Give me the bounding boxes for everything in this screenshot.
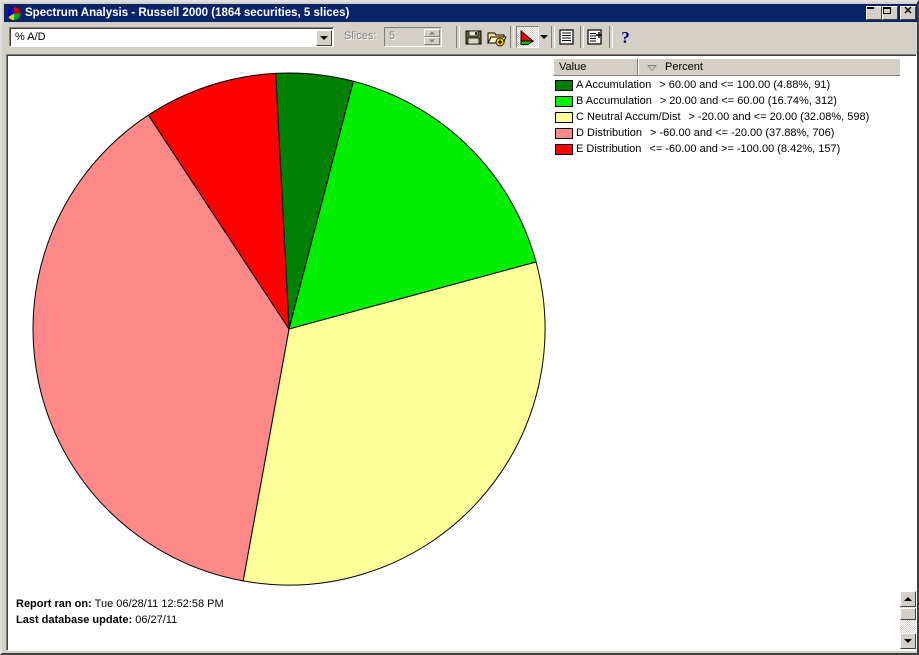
slices-stepper-buttons[interactable]	[424, 29, 440, 45]
slices-stepper[interactable]: 5	[384, 27, 442, 47]
question-mark-icon: ?	[621, 28, 630, 47]
vertical-scrollbar[interactable]	[900, 56, 916, 649]
save-button[interactable]	[462, 26, 485, 48]
legend-color-swatch	[555, 127, 573, 139]
open-button[interactable]	[485, 26, 508, 48]
pie-chart-icon[interactable]	[6, 5, 22, 21]
legend-color-swatch	[555, 95, 573, 107]
last-update-value: 06/27/11	[135, 614, 178, 626]
legend-color-swatch	[555, 79, 573, 91]
pie-chart-icon	[520, 30, 535, 45]
title-bar[interactable]: Spectrum Analysis - Russell 2000 (1864 s…	[4, 4, 917, 22]
report-canvas: Value Percent A Accumulation > 60.00 and …	[7, 55, 916, 650]
legend-row-percent: > 20.00 and <= 60.00 (16.74%, 312)	[659, 95, 837, 107]
chevron-down-icon[interactable]	[316, 30, 332, 46]
series-select-value: % A/D	[15, 31, 46, 43]
slices-label: Slices:	[344, 30, 377, 42]
floppy-disk-icon	[465, 30, 482, 45]
legend-row-label: B Accumulation	[576, 95, 652, 107]
report-client-area: Value Percent A Accumulation > 60.00 and …	[6, 54, 917, 651]
window-title: Spectrum Analysis - Russell 2000 (1864 s…	[25, 7, 350, 19]
legend-row-percent: <= -60.00 and >= -100.00 (8.42%, 157)	[649, 143, 841, 155]
application-window: Spectrum Analysis - Russell 2000 (1864 s…	[0, 0, 919, 655]
toolbar-separator	[609, 26, 613, 48]
close-button[interactable]: ✕	[900, 6, 916, 20]
slices-increment-button[interactable]	[424, 29, 440, 37]
legend-row[interactable]: E Distribution <= -60.00 and >= -100.00 (…	[555, 141, 913, 157]
chevron-down-glyph	[320, 36, 328, 40]
report-footer: Report ran on: Tue 06/28/11 12:52:58 PM …	[16, 596, 224, 628]
legend-row[interactable]: C Neutral Accum/Dist > -20.00 and <= 20.0…	[555, 109, 913, 125]
chevron-down-icon	[904, 639, 912, 643]
chevron-down-icon	[429, 39, 435, 43]
legend-list: A Accumulation > 60.00 and <= 100.00 (4.8…	[555, 77, 913, 157]
pie-chart-svg[interactable]	[8, 56, 553, 601]
minimize-icon	[867, 7, 874, 9]
legend-row[interactable]: D Distribution > -60.00 and <= -20.00 (37…	[555, 125, 913, 141]
table-view-button[interactable]	[555, 26, 578, 48]
legend-row-label: E Distribution	[576, 143, 642, 155]
legend-color-swatch	[555, 143, 573, 155]
close-icon: ✕	[903, 5, 913, 17]
report-ran-value: Tue 06/28/11 12:52:58 PM	[94, 598, 224, 610]
legend-header: Value Percent	[553, 58, 915, 76]
help-button[interactable]: ?	[614, 26, 637, 48]
report-ran-label: Report ran on:	[16, 598, 92, 610]
scrollbar-track[interactable]	[900, 591, 916, 649]
chevron-down-icon	[540, 35, 548, 39]
open-folder-icon	[487, 32, 507, 47]
svg-text:?: ?	[621, 28, 630, 47]
legend-column-percent[interactable]: Percent	[638, 58, 913, 76]
legend-row-label: C Neutral Accum/Dist	[576, 111, 681, 123]
legend-row-percent: > -60.00 and <= -20.00 (37.88%, 706)	[650, 127, 835, 139]
scroll-up-button[interactable]	[900, 591, 916, 607]
list-icon	[559, 29, 574, 45]
maximize-button[interactable]	[882, 6, 898, 20]
legend-row[interactable]: B Accumulation > 20.00 and <= 60.00 (16.7…	[555, 93, 913, 109]
legend-color-swatch	[555, 111, 573, 123]
legend-row-label: A Accumulation	[576, 79, 652, 91]
series-select[interactable]: % A/D	[9, 27, 334, 47]
chevron-up-icon	[904, 597, 912, 601]
chevron-up-icon	[429, 31, 435, 35]
report-ran-line: Report ran on: Tue 06/28/11 12:52:58 PM	[16, 596, 224, 612]
toolbar-separator	[456, 26, 460, 48]
maximize-icon	[883, 7, 891, 14]
legend-row-percent: > 60.00 and <= 100.00 (4.88%, 91)	[659, 79, 831, 91]
legend-panel: Value Percent A Accumulation > 60.00 and …	[553, 58, 915, 649]
slices-decrement-button[interactable]	[424, 37, 440, 45]
chart-type-dropdown[interactable]	[537, 26, 551, 48]
toolbar-separator	[510, 26, 514, 48]
toolbar: % A/D Slices: 5 ?	[4, 22, 917, 52]
legend-row[interactable]: A Accumulation > 60.00 and <= 100.00 (4.8…	[555, 77, 913, 93]
legend-row-percent: > -20.00 and <= 20.00 (32.08%, 598)	[688, 111, 870, 123]
legend-column-percent-label: Percent	[665, 61, 703, 73]
sort-descending-icon	[647, 65, 657, 71]
report-icon	[587, 29, 602, 45]
chart-type-button[interactable]	[516, 26, 539, 48]
legend-column-value-label: Value	[559, 61, 587, 73]
report-view-button[interactable]	[584, 26, 607, 48]
minimize-button[interactable]	[866, 6, 882, 20]
last-update-line: Last database update: 06/27/11	[16, 612, 224, 628]
legend-row-label: D Distribution	[576, 127, 643, 139]
pie-chart[interactable]	[8, 56, 553, 601]
legend-column-value[interactable]: Value	[553, 58, 638, 76]
scrollbar-thumb[interactable]	[900, 608, 916, 620]
scroll-down-button[interactable]	[900, 633, 916, 649]
slices-value: 5	[389, 30, 396, 42]
last-update-label: Last database update:	[16, 614, 133, 626]
series-select-frame: % A/D	[10, 28, 333, 46]
